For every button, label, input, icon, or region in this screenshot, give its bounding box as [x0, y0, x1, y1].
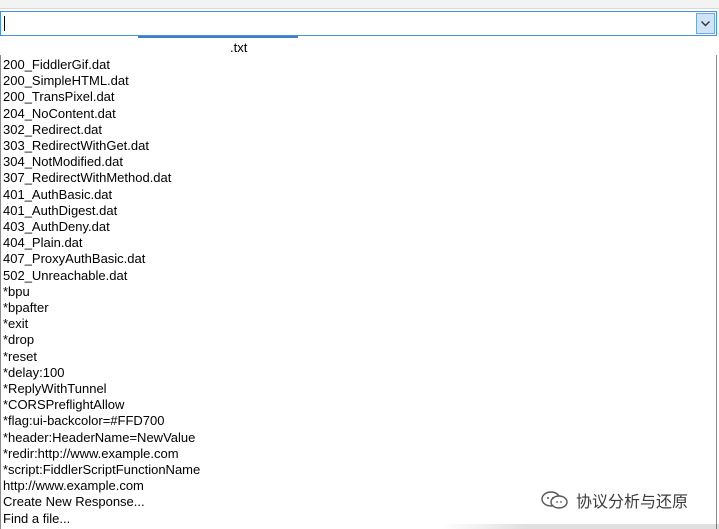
- underlying-filename-text: .txt: [230, 40, 248, 55]
- dropdown-button[interactable]: [696, 13, 715, 34]
- list-item[interactable]: 502_Unreachable.dat: [3, 268, 127, 284]
- list-item[interactable]: *bpu: [3, 284, 30, 300]
- underlying-selection-line: [138, 36, 298, 38]
- list-item[interactable]: http://www.example.com: [3, 478, 144, 494]
- list-item[interactable]: 404_Plain.dat: [3, 235, 83, 251]
- list-item[interactable]: 303_RedirectWithGet.dat: [3, 138, 149, 154]
- list-item[interactable]: 204_NoContent.dat: [3, 106, 116, 122]
- list-item[interactable]: *CORSPreflightAllow: [3, 397, 124, 413]
- wechat-icon: [541, 491, 568, 509]
- list-item[interactable]: 200_TransPixel.dat: [3, 89, 115, 105]
- dropdown-list[interactable]: 200_FiddlerGif.dat 200_SimpleHTML.dat 200_…: [0, 55, 717, 529]
- list-item[interactable]: 302_Redirect.dat: [3, 122, 102, 138]
- list-item[interactable]: *bpafter: [3, 300, 49, 316]
- text-caret: [4, 16, 5, 31]
- list-item[interactable]: *delay:100: [3, 365, 64, 381]
- bottom-edge-shadow: [440, 524, 719, 529]
- list-item[interactable]: *exit: [3, 316, 28, 332]
- list-item[interactable]: Find a file...: [3, 511, 70, 527]
- list-item[interactable]: 307_RedirectWithMethod.dat: [3, 170, 171, 186]
- list-item[interactable]: *redir:http://www.example.com: [3, 446, 179, 462]
- list-item[interactable]: *flag:ui-backcolor=#FFD700: [3, 413, 165, 429]
- list-item[interactable]: 401_AuthDigest.dat: [3, 203, 117, 219]
- watermark-text: 协议分析与还原: [576, 494, 689, 511]
- list-item[interactable]: Create New Response...: [3, 494, 145, 510]
- list-item[interactable]: *header:HeaderName=NewValue: [3, 430, 195, 446]
- list-item[interactable]: *reset: [3, 349, 37, 365]
- list-item[interactable]: *ReplyWithTunnel: [3, 381, 107, 397]
- window-top-strip: [0, 0, 719, 9]
- list-item[interactable]: 304_NotModified.dat: [3, 154, 123, 170]
- list-item[interactable]: *script:FiddlerScriptFunctionName: [3, 462, 200, 478]
- list-item[interactable]: 200_SimpleHTML.dat: [3, 73, 129, 89]
- list-item[interactable]: 200_FiddlerGif.dat: [3, 57, 110, 73]
- list-item[interactable]: 401_AuthBasic.dat: [3, 187, 112, 203]
- list-item[interactable]: 403_AuthDeny.dat: [3, 219, 110, 235]
- watermark: 协议分析与还原: [540, 488, 688, 512]
- list-item[interactable]: 407_ProxyAuthBasic.dat: [3, 251, 145, 267]
- response-combobox[interactable]: [0, 11, 717, 36]
- chevron-down-icon: [701, 20, 710, 26]
- list-item[interactable]: *drop: [3, 332, 34, 348]
